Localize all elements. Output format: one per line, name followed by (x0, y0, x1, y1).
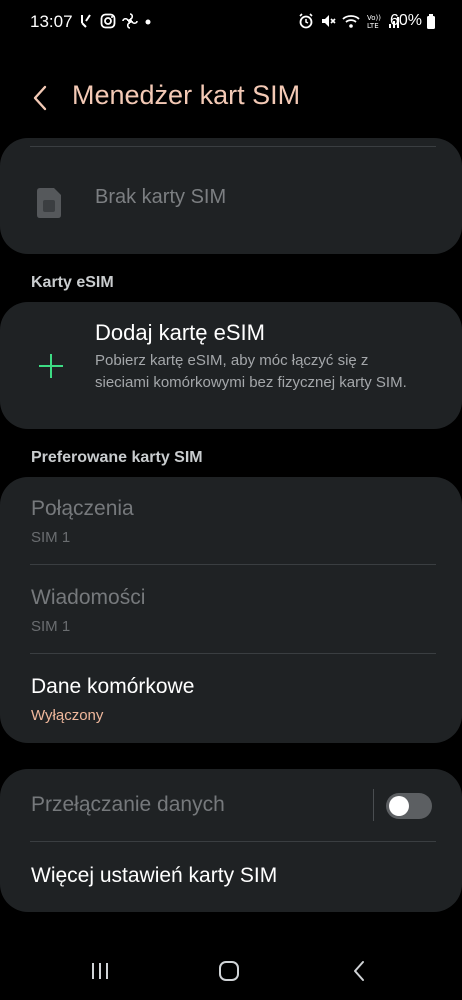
volte-icon: Vo)) LTE (366, 13, 382, 34)
esim-section-header: Karty eSIM (31, 274, 114, 291)
mute-icon (320, 13, 336, 34)
divider (373, 789, 374, 821)
more-sim-settings-title: Więcej ustawień karty SIM (31, 864, 278, 887)
wifi-icon (342, 13, 360, 34)
back-nav-button[interactable] (344, 956, 374, 986)
recent-apps-icon (92, 963, 108, 979)
instagram-icon (100, 13, 116, 34)
messages-title: Wiadomości (31, 586, 146, 609)
home-button[interactable] (214, 956, 244, 986)
plus-icon (38, 353, 64, 384)
divider (30, 564, 436, 565)
navigation-bar (0, 940, 462, 1000)
messages-preference[interactable]: Wiadomości SIM 1 (0, 566, 462, 654)
no-sim-label: Brak karty SIM (95, 186, 227, 208)
status-right-icons: Vo)) LTE (298, 13, 402, 34)
back-nav-icon (354, 961, 364, 981)
calls-title: Połączenia (31, 497, 134, 520)
sim-card-panel: Brak karty SIM (0, 138, 462, 254)
calls-value: SIM 1 (31, 529, 71, 546)
missed-call-icon (80, 13, 94, 34)
status-bar: 13:07 Vo)) LTE 60% (0, 0, 462, 44)
divider (30, 653, 436, 654)
data-switching-toggle[interactable] (386, 793, 432, 819)
status-time: 13:07 (30, 12, 73, 31)
app-header: Menedżer kart SIM (0, 70, 462, 126)
status-left-icons (80, 13, 152, 34)
dot-icon (144, 13, 152, 34)
data-switching-row[interactable]: Przełączanie danych (0, 769, 462, 841)
more-sim-settings-item[interactable]: Więcej ustawień karty SIM (0, 842, 462, 912)
battery-percent: 60% (389, 12, 422, 29)
svg-text:LTE: LTE (367, 22, 379, 29)
data-switching-title: Przełączanie danych (31, 793, 225, 816)
settings-pinwheel-icon (122, 13, 138, 34)
alarm-icon (298, 13, 314, 34)
add-esim-title: Dodaj kartę eSIM (95, 320, 265, 345)
more-settings-panel: Przełączanie danych Więcej ustawień kart… (0, 769, 462, 912)
home-icon (219, 961, 239, 981)
mobile-data-preference[interactable]: Dane komórkowe Wyłączony (0, 655, 462, 743)
toggle-knob (389, 796, 409, 816)
mobile-data-value: Wyłączony (31, 707, 104, 724)
calls-preference[interactable]: Połączenia SIM 1 (0, 477, 462, 565)
messages-value: SIM 1 (31, 618, 71, 635)
add-esim-description: Pobierz kartę eSIM, aby móc łączyć się z… (95, 352, 407, 391)
svg-text:Vo)): Vo)) (367, 14, 381, 22)
divider (30, 146, 436, 147)
sim-card-icon (34, 186, 64, 225)
add-esim-item[interactable]: Dodaj kartę eSIM Pobierz kartę eSIM, aby… (0, 302, 462, 429)
mobile-data-title: Dane komórkowe (31, 675, 195, 698)
page-title: Menedżer kart SIM (72, 80, 301, 110)
chevron-left-icon (33, 85, 47, 111)
preferred-sim-panel: Połączenia SIM 1 Wiadomości SIM 1 Dane k… (0, 477, 462, 743)
recent-apps-button[interactable] (85, 956, 115, 986)
battery-icon (426, 14, 436, 35)
back-button[interactable] (22, 80, 58, 116)
preferred-section-header: Preferowane karty SIM (31, 449, 203, 466)
